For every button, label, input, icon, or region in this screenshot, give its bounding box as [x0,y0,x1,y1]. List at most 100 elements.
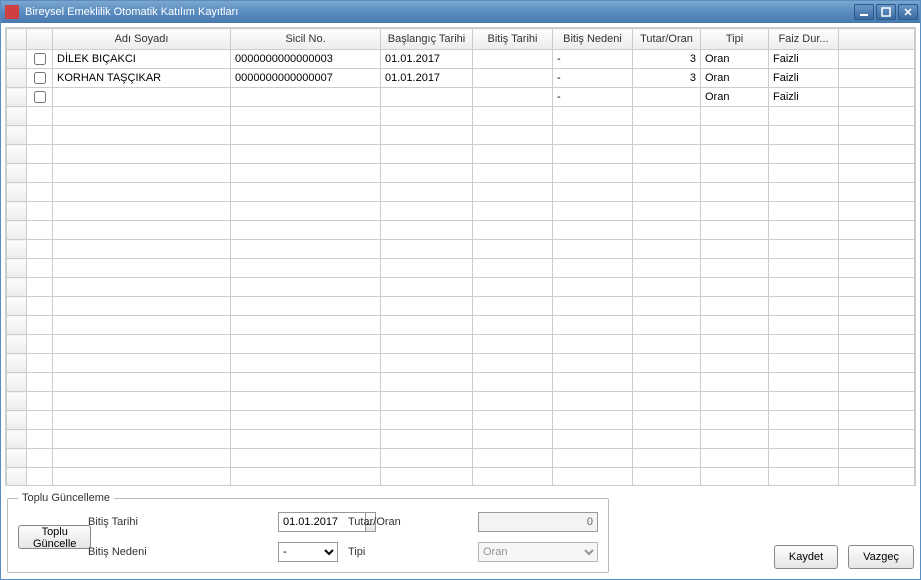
cell-tutar[interactable]: 3 [633,50,701,69]
cell-name[interactable]: KORHAN TAŞÇIKAR [53,69,231,88]
col-header-bitis[interactable]: Bitiş Tarihi [473,29,553,50]
table-row[interactable] [7,354,915,373]
col-header-rowhdr[interactable] [7,29,27,50]
label-tipi: Tipi [348,546,468,558]
col-header-name[interactable]: Adı Soyadı [53,29,231,50]
table-row[interactable]: KORHAN TAŞÇIKAR000000000000000701.01.201… [7,69,915,88]
row-header-cell [7,164,27,183]
table-row[interactable] [7,316,915,335]
table-row[interactable] [7,335,915,354]
col-header-checkbox[interactable] [27,29,53,50]
records-grid[interactable]: Adı Soyadı Sicil No. Başlangıç Tarihi Bi… [5,27,916,486]
row-header-cell[interactable] [7,50,27,69]
table-row[interactable] [7,392,915,411]
close-button[interactable] [898,4,918,20]
content-area: Adı Soyadı Sicil No. Başlangıç Tarihi Bi… [1,23,920,579]
cell-bitis[interactable] [473,69,553,88]
bitis-tarihi-field: ... [278,512,338,532]
tutar-oran-input[interactable] [478,512,598,532]
maximize-button[interactable] [876,4,896,20]
table-row[interactable] [7,449,915,468]
col-header-tutar[interactable]: Tutar/Oran [633,29,701,50]
cell-neden[interactable]: - [553,69,633,88]
cell-bitis[interactable] [473,50,553,69]
cell-faiz[interactable]: Faizli [769,69,839,88]
row-header-cell[interactable] [7,88,27,107]
row-header-cell [7,221,27,240]
table-row[interactable] [7,164,915,183]
row-checkbox-cell[interactable] [27,69,53,88]
col-header-tipi[interactable]: Tipi [701,29,769,50]
col-header-sicil[interactable]: Sicil No. [231,29,381,50]
row-header-cell[interactable] [7,69,27,88]
table-row[interactable] [7,107,915,126]
row-checkbox-cell[interactable] [27,88,53,107]
table-row[interactable] [7,126,915,145]
table-row[interactable] [7,297,915,316]
bulk-update-button[interactable]: Toplu Güncelle [18,525,91,549]
cell-bitis[interactable] [473,88,553,107]
cell-baslangic[interactable]: 01.01.2017 [381,50,473,69]
minimize-button[interactable] [854,4,874,20]
cell-name[interactable] [53,88,231,107]
row-checkbox-cell[interactable] [27,50,53,69]
row-header-cell [7,297,27,316]
bitis-nedeni-select[interactable]: - [278,542,338,562]
table-row[interactable] [7,430,915,449]
row-header-cell [7,240,27,259]
table-row[interactable] [7,221,915,240]
table-row[interactable] [7,240,915,259]
table-row[interactable] [7,183,915,202]
window-title: Bireysel Emeklilik Otomatik Katılım Kayı… [25,6,852,18]
cell-faiz[interactable]: Faizli [769,50,839,69]
table-row[interactable] [7,411,915,430]
row-header-cell [7,107,27,126]
cell-tutar[interactable] [633,88,701,107]
row-checkbox[interactable] [34,53,46,65]
grid-header-row[interactable]: Adı Soyadı Sicil No. Başlangıç Tarihi Bi… [7,29,915,50]
table-row[interactable] [7,202,915,221]
col-header-extra [839,29,915,50]
save-button[interactable]: Kaydet [774,545,838,569]
cell-faiz[interactable]: Faizli [769,88,839,107]
table-row[interactable]: - OranFaizli [7,88,915,107]
titlebar[interactable]: Bireysel Emeklilik Otomatik Katılım Kayı… [1,1,920,23]
table-row[interactable] [7,373,915,392]
col-header-faiz[interactable]: Faiz Dur... [769,29,839,50]
row-header-cell [7,468,27,487]
cell-sicil[interactable]: 0000000000000007 [231,69,381,88]
cell-tutar[interactable]: 3 [633,69,701,88]
col-header-baslangic[interactable]: Başlangıç Tarihi [381,29,473,50]
cell-sicil[interactable]: 0000000000000003 [231,50,381,69]
table-row[interactable] [7,145,915,164]
table-row[interactable]: DİLEK BIÇAKCI000000000000000301.01.2017 -… [7,50,915,69]
cell-neden[interactable]: - [553,88,633,107]
cancel-button[interactable]: Vazgeç [848,545,914,569]
table-row[interactable] [7,259,915,278]
cell-baslangic[interactable] [381,88,473,107]
table-row[interactable] [7,468,915,487]
row-checkbox[interactable] [34,72,46,84]
cell-extra [839,88,915,107]
row-header-cell [7,354,27,373]
cell-tipi[interactable]: Oran [701,50,769,69]
bottom-bar: Toplu Güncelleme Bitiş Tarihi ... Tutar/… [5,486,916,575]
cell-baslangic[interactable]: 01.01.2017 [381,69,473,88]
row-header-cell [7,259,27,278]
col-header-neden[interactable]: Bitiş Nedeni [553,29,633,50]
app-icon [5,5,19,19]
table-row[interactable] [7,278,915,297]
row-checkbox[interactable] [34,91,46,103]
cell-name[interactable]: DİLEK BIÇAKCI [53,50,231,69]
row-header-cell [7,373,27,392]
tipi-select[interactable]: Oran [478,542,598,562]
bulk-update-group: Toplu Güncelleme Bitiş Tarihi ... Tutar/… [7,492,609,573]
cell-tipi[interactable]: Oran [701,88,769,107]
row-header-cell [7,449,27,468]
row-header-cell [7,183,27,202]
cell-sicil[interactable] [231,88,381,107]
cell-tipi[interactable]: Oran [701,69,769,88]
label-bitis-nedeni: Bitiş Nedeni [88,546,268,558]
label-bitis-tarihi: Bitiş Tarihi [88,516,268,528]
cell-neden[interactable]: - [553,50,633,69]
